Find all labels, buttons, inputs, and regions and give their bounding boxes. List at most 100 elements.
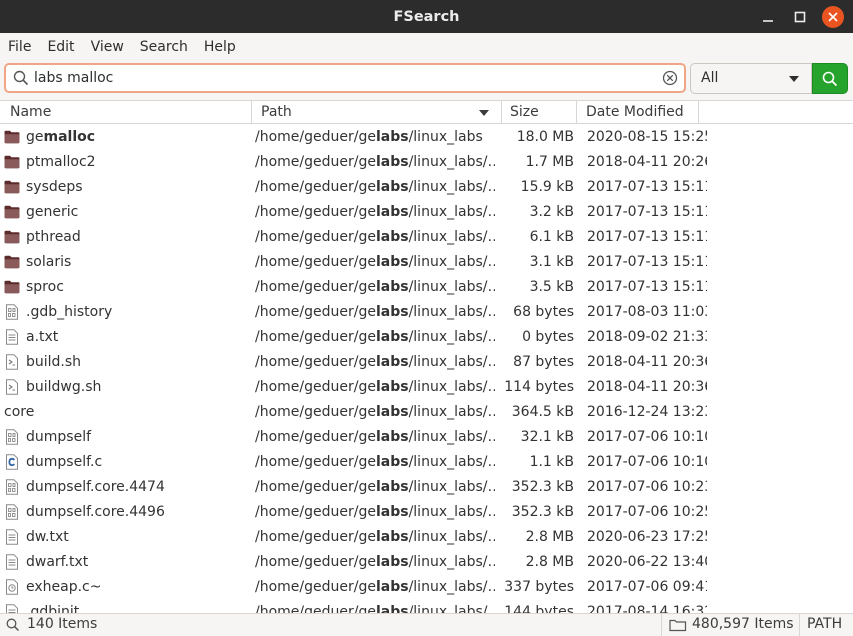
table-row[interactable]: a.txt/home/geduer/gelabs/linux_labs/… 0 b… [0, 325, 853, 350]
file-size: 352.3 kB [511, 504, 574, 520]
file-date: 2017-07-13 15:11 [587, 229, 707, 245]
file-name: generic [26, 200, 78, 225]
close-button[interactable] [820, 0, 846, 33]
file-path-part: /linux_labs/… [408, 354, 495, 370]
file-name-cell: pthread [4, 225, 250, 250]
file-name-cell: dumpself [4, 425, 250, 450]
file-name-cell: ptmalloc2 [4, 150, 250, 175]
file-size: 18.0 MB [516, 129, 574, 145]
file-path-match: labs [375, 329, 409, 345]
file-date: 2017-07-13 15:11 [587, 254, 707, 270]
file-path-part: /home/geduer/ge [255, 454, 376, 470]
table-row[interactable]: dumpself/home/geduer/gelabs/linux_labs/…… [0, 425, 853, 450]
file-date: 2017-07-06 09:41 [587, 579, 707, 595]
file-name: dumpself [26, 425, 91, 450]
column-date-label: Date Modified [586, 104, 684, 120]
column-date[interactable]: Date Modified [577, 101, 699, 123]
file-path-cell: /home/geduer/gelabs/linux_labs/… [255, 175, 495, 200]
file-size: 15.9 kB [520, 179, 574, 195]
filter-dropdown[interactable]: All [690, 63, 812, 94]
file-name-cell: build.sh [4, 350, 250, 375]
file-size: 114 bytes [504, 379, 574, 395]
file-name-part: .gdbinit [26, 604, 80, 613]
file-path-part: /linux_labs [408, 129, 483, 145]
file-name: core [4, 400, 34, 425]
file-path-match: labs [375, 254, 409, 270]
file-path-part: /home/geduer/ge [255, 179, 376, 195]
menu-bar: File Edit View Search Help [0, 33, 853, 61]
backup-file-icon [6, 579, 18, 595]
file-date: 2018-04-11 20:26 [587, 154, 707, 170]
file-path-match: labs [375, 229, 409, 245]
search-button[interactable] [812, 63, 848, 94]
window-title: FSearch [393, 8, 460, 25]
file-name-part: dumpself.core.4496 [26, 504, 165, 520]
maximize-button[interactable] [787, 0, 813, 33]
file-name-cell: dumpself.core.4496 [4, 500, 250, 525]
file-path-part: /linux_labs/… [408, 154, 495, 170]
table-row[interactable]: buildwg.sh/home/geduer/gelabs/linux_labs… [0, 375, 853, 400]
minimize-button[interactable] [755, 0, 781, 33]
file-path-match: labs [375, 604, 409, 613]
file-path-match: labs [375, 529, 409, 545]
file-path-match: labs [375, 479, 409, 495]
table-row[interactable]: ptmalloc2/home/geduer/gelabs/linux_labs/… [0, 150, 853, 175]
chevron-down-icon [789, 76, 799, 82]
file-date: 2020-06-23 17:25 [587, 529, 707, 545]
menu-help[interactable]: Help [196, 39, 244, 55]
file-name-part: solaris [26, 254, 72, 270]
file-path-cell: /home/geduer/gelabs/linux_labs/… [255, 450, 495, 475]
status-separator [799, 614, 800, 636]
menu-view[interactable]: View [83, 39, 132, 55]
table-row[interactable]: build.sh/home/geduer/gelabs/linux_labs/…… [0, 350, 853, 375]
file-path-part: /home/geduer/ge [255, 429, 376, 445]
file-path-cell: /home/geduer/gelabs/linux_labs/… [255, 150, 495, 175]
column-name[interactable]: Name [0, 101, 252, 123]
table-row[interactable]: solaris/home/geduer/gelabs/linux_labs/… 3… [0, 250, 853, 275]
file-size: 6.1 kB [529, 229, 574, 245]
table-row[interactable]: dumpself.core.4474/home/geduer/gelabs/li… [0, 475, 853, 500]
text-file-icon [6, 554, 18, 570]
table-row[interactable]: sproc/home/geduer/gelabs/linux_labs/… 3.5… [0, 275, 853, 300]
file-name-part: a.txt [26, 329, 59, 345]
file-name-part: pthread [26, 229, 81, 245]
table-row[interactable]: dw.txt/home/geduer/gelabs/linux_labs/… 2.… [0, 525, 853, 550]
table-row[interactable]: .gdbinit/home/geduer/gelabs/linux_labs/…… [0, 600, 853, 613]
table-row[interactable]: generic/home/geduer/gelabs/linux_labs/… 3… [0, 200, 853, 225]
table-row[interactable]: exheap.c~ /home/geduer/gelabs/linux_labs/… [0, 575, 853, 600]
file-name: sysdeps [26, 175, 83, 200]
file-path-match: labs [375, 204, 409, 220]
table-row[interactable]: sysdeps/home/geduer/gelabs/linux_labs/… 1… [0, 175, 853, 200]
folder-icon [4, 205, 20, 219]
file-path-match: labs [375, 379, 409, 395]
table-row[interactable]: dumpself.core.4496/home/geduer/gelabs/li… [0, 500, 853, 525]
menu-edit[interactable]: Edit [39, 39, 82, 55]
text-file-icon [6, 604, 18, 613]
search-input[interactable] [34, 68, 654, 88]
file-path-part: /linux_labs/… [408, 554, 495, 570]
file-name-cell: exheap.c~ [4, 575, 250, 600]
table-row[interactable]: pthread/home/geduer/gelabs/linux_labs/… 6… [0, 225, 853, 250]
c-source-file-icon [6, 454, 18, 470]
file-name: build.sh [26, 350, 81, 375]
file-path-part: /linux_labs/… [408, 304, 495, 320]
folder-icon [4, 155, 20, 169]
table-row[interactable]: dwarf.txt/home/geduer/gelabs/linux_labs/… [0, 550, 853, 575]
table-row[interactable]: .gdb_history/home/geduer/gelabs/linux_la… [0, 300, 853, 325]
column-path[interactable]: Path [252, 101, 502, 123]
file-path-match: labs [375, 179, 409, 195]
table-row[interactable]: core/home/geduer/gelabs/linux_labs/… 364.… [0, 400, 853, 425]
search-box [4, 63, 686, 93]
table-row[interactable]: dumpself.c/home/geduer/gelabs/linux_labs… [0, 450, 853, 475]
file-size: 0 bytes [522, 329, 574, 345]
table-row[interactable]: gemalloc/home/geduer/gelabs/linux_labs 18… [0, 125, 853, 150]
file-name-cell: sproc [4, 275, 250, 300]
clear-search-icon[interactable] [662, 70, 678, 86]
menu-search[interactable]: Search [132, 39, 196, 55]
menu-file[interactable]: File [0, 39, 39, 55]
file-size: 1.7 MB [525, 154, 574, 170]
search-icon [822, 71, 838, 86]
folder-icon [4, 255, 20, 269]
file-path-part: /home/geduer/ge [255, 204, 376, 220]
column-size[interactable]: Size [502, 101, 577, 123]
